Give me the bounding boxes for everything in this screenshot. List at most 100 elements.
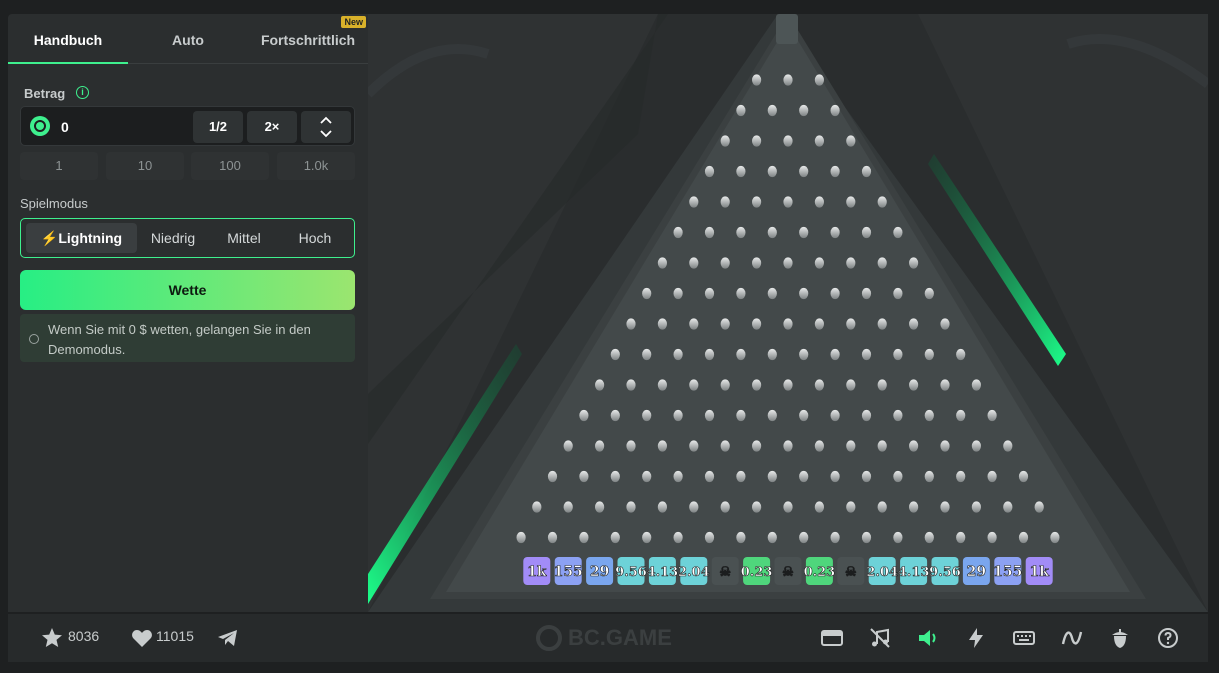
- peg: [893, 531, 903, 544]
- amount-input[interactable]: [61, 117, 181, 137]
- peg: [689, 501, 699, 513]
- tab-handbuch[interactable]: Handbuch: [8, 14, 128, 64]
- peg: [736, 409, 746, 422]
- telegram-share-icon[interactable]: [216, 626, 240, 650]
- fairness-chart-icon[interactable]: [1060, 626, 1084, 650]
- peg: [689, 257, 699, 269]
- peg: [767, 165, 777, 178]
- peg: [861, 348, 872, 361]
- peg: [579, 409, 589, 422]
- music-off-icon[interactable]: [868, 626, 892, 650]
- multiplier-label: 2.04: [678, 565, 710, 580]
- peg: [956, 348, 966, 361]
- peg: [673, 409, 683, 422]
- bet-control-panel: Handbuch Auto Fortschrittlich New Betrag…: [8, 14, 368, 612]
- peg: [814, 501, 824, 513]
- peg: [846, 196, 856, 208]
- peg: [752, 257, 762, 269]
- multiplier-label: 9.56: [615, 565, 647, 580]
- peg: [642, 287, 652, 300]
- sound-icon[interactable]: [916, 626, 940, 650]
- bet-button[interactable]: Wette: [20, 270, 355, 310]
- peg: [940, 379, 950, 391]
- peg: [579, 470, 589, 483]
- plinko-board[interactable]: 1k 155 29 9.56 4.13 2.04 ☠ 0.23 ☠ 0.23 ☠ 2.04 4.13 9.…: [368, 14, 1208, 612]
- peg: [987, 470, 997, 483]
- peg: [799, 226, 809, 239]
- coin-icon: [30, 116, 50, 136]
- half-button[interactable]: 1/2: [193, 111, 243, 143]
- peg: [799, 470, 809, 483]
- peg: [893, 287, 903, 300]
- peg: [814, 318, 824, 330]
- peg: [595, 440, 605, 452]
- mode-lightning[interactable]: ⚡Lightning: [26, 223, 137, 253]
- quick-amount-1[interactable]: 1: [20, 152, 98, 180]
- peg: [579, 531, 589, 544]
- tab-auto[interactable]: Auto: [128, 14, 248, 64]
- mode-mittel[interactable]: Mittel: [209, 223, 279, 253]
- multiplier-row: 1k 155 29 9.56 4.13 2.04 ☠ 0.23 ☠ 0.23 ☠ 2.04 4.13 9.…: [523, 557, 1053, 585]
- peg: [783, 379, 793, 391]
- peg: [689, 318, 699, 330]
- peg: [516, 531, 526, 544]
- peg: [799, 287, 809, 300]
- game-mode-label: Spielmodus: [20, 196, 88, 211]
- theater-mode-icon[interactable]: [820, 626, 844, 650]
- peg: [720, 379, 730, 391]
- peg: [563, 501, 573, 513]
- ball-drop-chute: [776, 14, 798, 44]
- peg: [1018, 531, 1029, 544]
- heart-icon[interactable]: [130, 626, 154, 650]
- keyboard-icon[interactable]: [1012, 626, 1036, 650]
- skull-icon: ☠: [782, 565, 794, 580]
- peg: [642, 470, 652, 483]
- tab-fortschrittlich-label: Fortschrittlich: [260, 32, 356, 48]
- peg: [657, 379, 667, 391]
- peg: [861, 470, 872, 483]
- acorn-icon[interactable]: [1108, 626, 1132, 650]
- peg: [547, 470, 558, 483]
- peg: [736, 104, 746, 117]
- mode-hoch[interactable]: Hoch: [280, 223, 350, 253]
- peg: [830, 226, 840, 239]
- peg: [547, 531, 558, 544]
- peg: [783, 440, 793, 452]
- quick-amount-100[interactable]: 100: [191, 152, 269, 180]
- lightning-icon[interactable]: [964, 626, 988, 650]
- skull-icon: ☠: [845, 565, 857, 580]
- peg: [956, 531, 966, 544]
- peg: [799, 348, 809, 361]
- peg: [720, 501, 730, 513]
- peg: [924, 348, 934, 361]
- peg: [689, 440, 699, 452]
- adjust-stepper[interactable]: [301, 111, 351, 143]
- peg: [736, 165, 746, 178]
- peg: [767, 470, 777, 483]
- demo-notice: Wenn Sie mit 0 $ wetten, gelangen Sie in…: [20, 314, 355, 362]
- peg: [673, 226, 683, 239]
- peg: [736, 531, 746, 544]
- mode-niedrig[interactable]: Niedrig: [138, 223, 208, 253]
- peg: [846, 440, 856, 452]
- peg: [814, 379, 824, 391]
- peg: [846, 501, 856, 513]
- peg: [626, 379, 636, 391]
- peg: [971, 379, 982, 391]
- double-button[interactable]: 2×: [247, 111, 297, 143]
- multiplier-label: 9.56: [929, 565, 961, 580]
- info-icon[interactable]: i: [76, 86, 89, 99]
- help-icon[interactable]: [1156, 626, 1180, 650]
- peg: [909, 501, 919, 513]
- peg: [595, 379, 605, 391]
- quick-amount-1k[interactable]: 1.0k: [277, 152, 355, 180]
- star-icon[interactable]: [40, 626, 64, 650]
- quick-amount-10[interactable]: 10: [106, 152, 184, 180]
- peg: [861, 226, 872, 239]
- peg: [673, 531, 683, 544]
- peg: [704, 226, 715, 239]
- peg: [720, 440, 730, 452]
- peg: [689, 379, 699, 391]
- peg: [893, 226, 903, 239]
- notice-info-icon: [29, 334, 39, 344]
